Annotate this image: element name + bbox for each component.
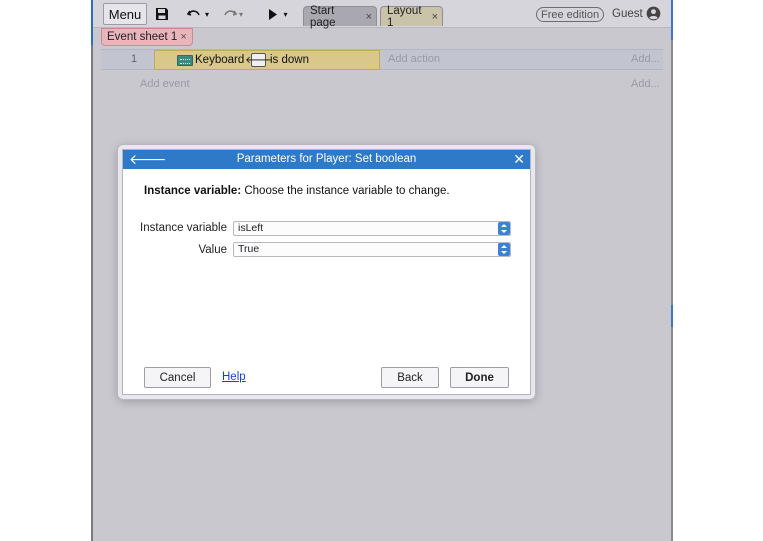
instruction-text: Choose the instance variable to change. [241, 185, 450, 197]
undo-icon [186, 10, 200, 16]
dialog-header: 🡐 Parameters for Player: Set boolean ✕ [123, 150, 530, 169]
condition-text: is down [270, 54, 309, 66]
select-value: True [238, 243, 260, 255]
save-button[interactable] [151, 3, 173, 25]
back-button[interactable]: Back [381, 367, 439, 388]
event-condition[interactable]: Keyboard 🡐 is down [154, 50, 380, 70]
add-event-link[interactable]: Add event [140, 78, 190, 90]
instance-variable-select[interactable]: isLeft [233, 221, 511, 236]
tab-start-page[interactable]: Start page × [303, 4, 377, 29]
close-icon[interactable]: ✕ [513, 150, 525, 169]
tab-layout-1[interactable]: Layout 1 × [380, 4, 443, 29]
undo-dropdown-icon[interactable]: ▾ [205, 10, 209, 19]
value-label: Value [198, 244, 227, 256]
cancel-button[interactable]: Cancel [144, 367, 211, 388]
close-tab-icon[interactable]: × [366, 11, 372, 23]
event-number: 1 [131, 53, 138, 65]
add-more-link[interactable]: Add... [631, 78, 660, 90]
condition-object-name: Keyboard [195, 54, 245, 66]
redo-button[interactable]: ▾ [217, 3, 247, 25]
help-link[interactable]: Help [222, 371, 246, 383]
preview-button[interactable]: ▾ [263, 3, 293, 25]
menu-button[interactable]: Menu [103, 3, 147, 25]
event-row[interactable]: 1 Keyboard 🡐 is down Add action Add... [101, 49, 663, 70]
redo-dropdown-icon[interactable]: ▾ [239, 10, 243, 19]
edition-badge[interactable]: Free edition [536, 7, 605, 22]
redo-icon [224, 10, 237, 16]
tab-event-sheet-1[interactable]: Event sheet 1 × [101, 28, 193, 46]
instance-variable-label: Instance variable [140, 222, 227, 234]
chevron-updown-icon[interactable] [498, 222, 510, 235]
close-tab-icon[interactable]: × [432, 11, 438, 23]
user-name[interactable]: Guest [612, 8, 643, 20]
left-arrow-key-icon: 🡐 [245, 53, 272, 67]
parameters-dialog: 🡐 Parameters for Player: Set boolean ✕ I… [118, 145, 535, 399]
add-more-link[interactable]: Add... [631, 53, 660, 65]
preview-dropdown-icon[interactable]: ▾ [283, 10, 287, 19]
dialog-title: Parameters for Player: Set boolean [236, 153, 417, 165]
chevron-updown-icon[interactable] [498, 243, 510, 256]
instruction-heading: Instance variable: [144, 185, 242, 197]
close-sheet-icon[interactable]: × [180, 31, 186, 43]
user-circle-icon[interactable] [646, 6, 661, 21]
play-icon [269, 8, 278, 20]
dialog-body: 🡐 Parameters for Player: Set boolean ✕ I… [122, 149, 531, 395]
sheet-tab-label: Event sheet 1 [107, 31, 178, 43]
tab-label: Start page [310, 4, 336, 29]
select-value: isLeft [238, 222, 264, 234]
add-action-link[interactable]: Add action [388, 53, 440, 65]
value-select[interactable]: True [233, 242, 511, 257]
keyboard-icon [177, 55, 193, 66]
done-button[interactable]: Done [450, 367, 509, 388]
main-toolbar: Menu ▾ ▾ ▾ Start page × Layout 1 × Free … [93, 0, 671, 29]
tab-label: Layout 1 [387, 4, 422, 29]
floppy-disk-icon [156, 8, 168, 20]
undo-button[interactable]: ▾ [183, 3, 213, 25]
parameter-instruction: Instance variable: Choose the instance v… [144, 185, 450, 197]
